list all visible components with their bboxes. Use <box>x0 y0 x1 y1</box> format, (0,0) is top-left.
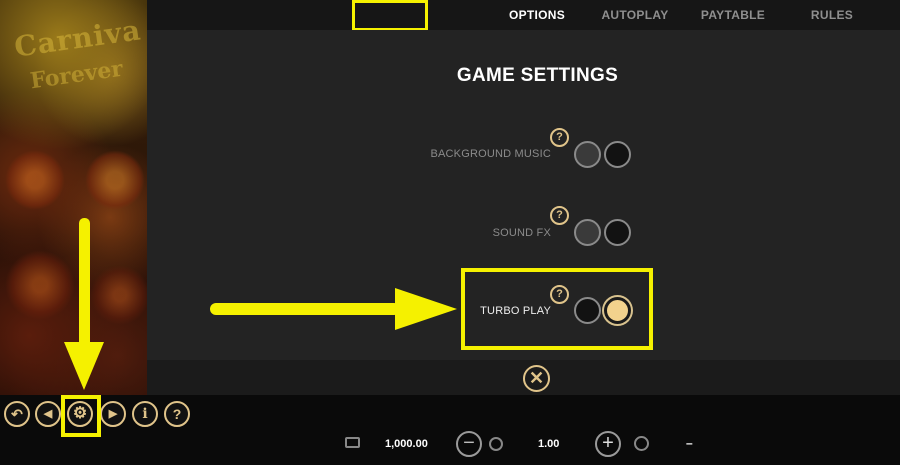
annotation-arrow-horizontal-head <box>395 288 457 330</box>
bet-increase-button[interactable]: + <box>595 431 621 457</box>
game-logo: Carniva <box>12 13 144 64</box>
tab-rules[interactable]: RULES <box>802 0 862 30</box>
help-icon[interactable]: ? <box>550 206 569 225</box>
close-button[interactable]: ✕ <box>523 365 550 392</box>
annotation-highlight-turbo-play <box>461 268 653 350</box>
sound-fx-toggle-off[interactable] <box>574 219 601 246</box>
annotation-arrow-horizontal <box>210 303 400 315</box>
balance-value: 1,000.00 <box>385 438 428 450</box>
tab-options[interactable]: OPTIONS <box>499 0 575 30</box>
tab-bar: OPTIONS AUTOPLAY PAYTABLE RULES <box>147 0 900 30</box>
annotation-highlight-options <box>352 0 428 31</box>
prev-icon[interactable]: ◀ <box>35 401 61 427</box>
setting-label-sound-fx: SOUND FX <box>492 227 551 239</box>
next-icon[interactable]: ▶ <box>100 401 126 427</box>
game-artwork: Carniva Forever <box>0 0 147 395</box>
help-button[interactable]: ? <box>164 401 190 427</box>
annotation-arrow-vertical-head <box>64 342 104 390</box>
win-icon <box>634 436 649 451</box>
help-icon[interactable]: ? <box>550 128 569 147</box>
page-title: GAME SETTINGS <box>456 65 619 86</box>
setting-label-background-music: BACKGROUND MUSIC <box>430 148 551 160</box>
tab-paytable[interactable]: PAYTABLE <box>695 0 771 30</box>
info-icon[interactable]: i <box>132 401 158 427</box>
coins-icon <box>489 437 503 451</box>
back-icon[interactable]: ↶ <box>4 401 30 427</box>
decor-flower <box>85 150 145 210</box>
decor-flower <box>5 150 65 210</box>
decor-flower <box>90 265 147 325</box>
bet-value: 1.00 <box>538 438 560 450</box>
tab-autoplay[interactable]: AUTOPLAY <box>595 0 675 30</box>
sound-fx-toggle-on[interactable] <box>604 219 631 246</box>
annotation-arrow-vertical <box>79 218 90 350</box>
bet-decrease-button[interactable]: − <box>456 431 482 457</box>
game-logo-line2: Forever <box>28 55 125 95</box>
background-music-toggle-on[interactable] <box>604 141 631 168</box>
decor-flower <box>5 250 75 320</box>
annotation-highlight-settings <box>61 395 101 437</box>
wallet-icon <box>345 437 360 448</box>
win-value: – <box>686 436 693 450</box>
background-music-toggle-off[interactable] <box>574 141 601 168</box>
